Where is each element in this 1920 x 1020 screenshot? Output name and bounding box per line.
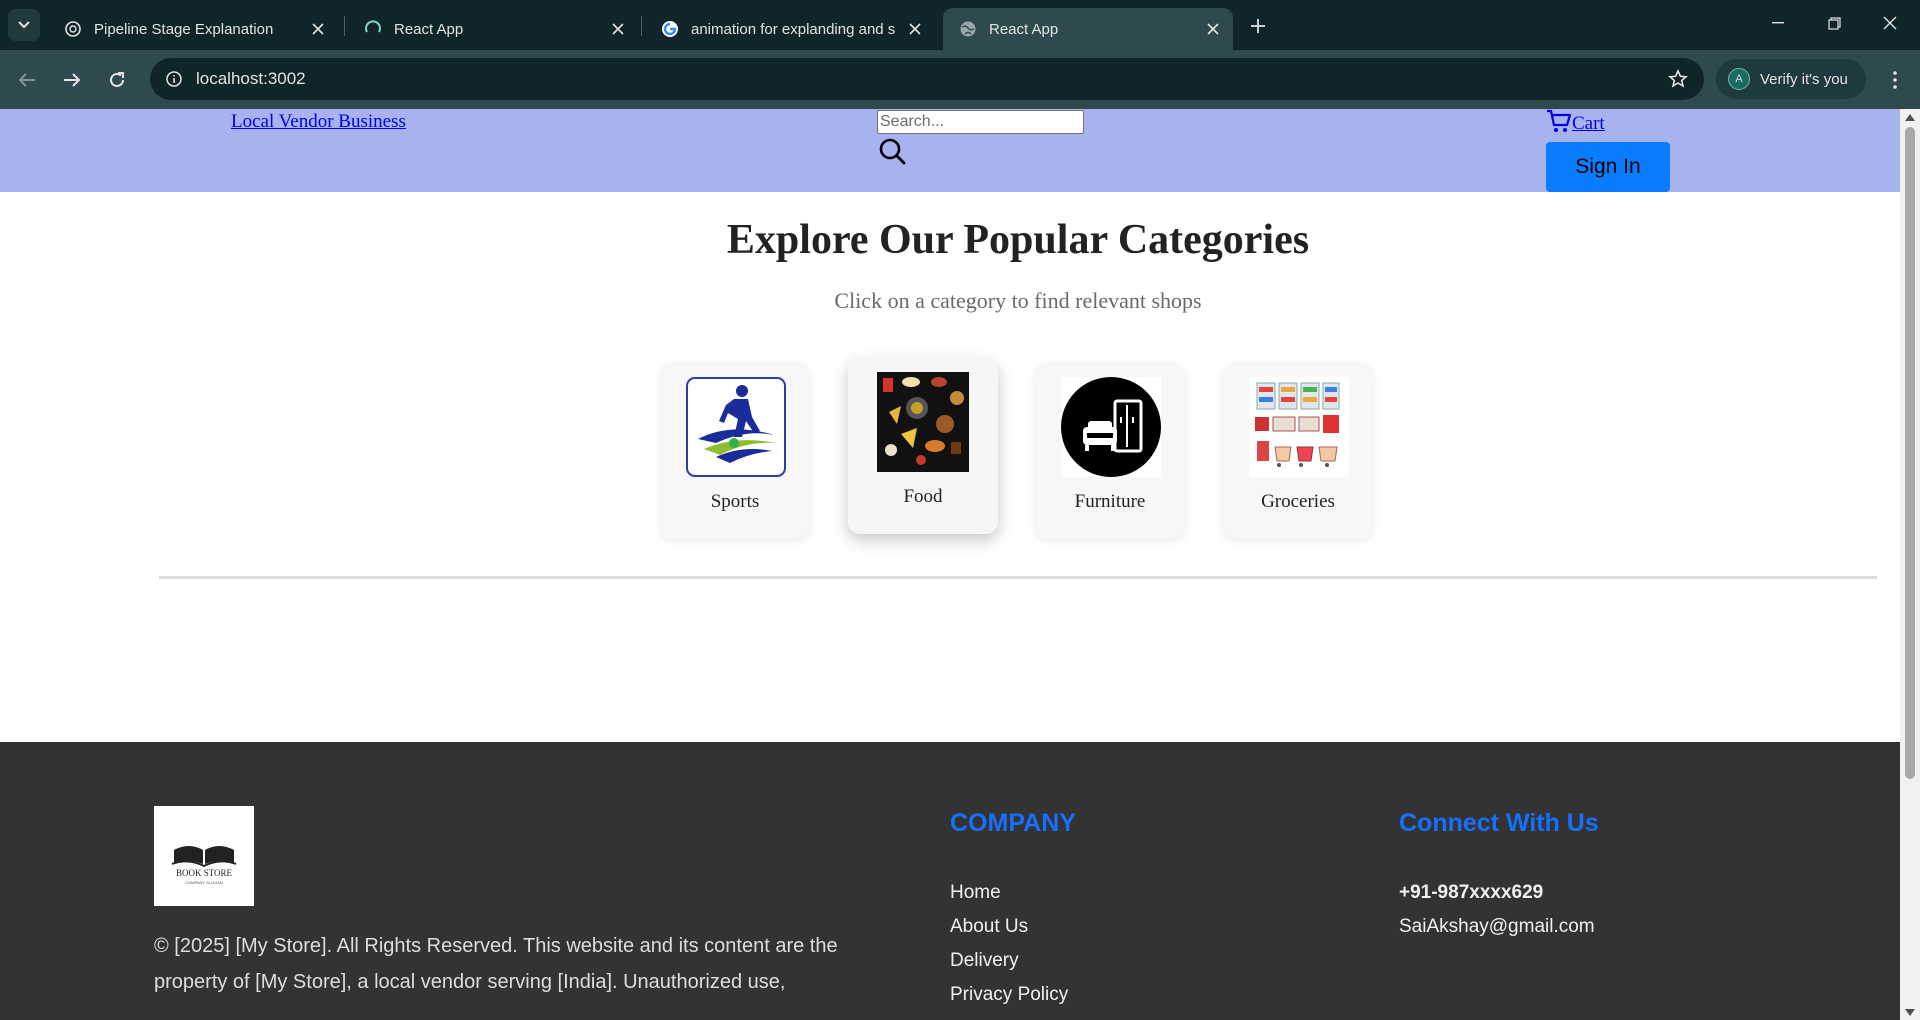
category-label: Food [903,486,943,507]
bookmark-star-icon[interactable] [1666,67,1690,91]
footer-link-privacy-policy[interactable]: Privacy Policy [950,984,1068,1006]
site-header: Local Vendor Business Cart Sign In [0,109,1900,192]
category-card-food[interactable]: Food [848,358,998,534]
scroll-up-arrow-icon[interactable] [1904,112,1916,122]
reload-button[interactable] [101,64,133,96]
openai-icon [64,20,82,38]
category-card-sports[interactable]: Sports [660,363,810,539]
globe-icon [959,20,977,38]
logo-subtext: COMPANY SLOGAN [185,880,223,885]
footer-link-home[interactable]: Home [950,882,1001,904]
search-button[interactable] [877,136,907,166]
loading-spinner-icon [364,20,382,38]
tab-react-app-loading[interactable]: React App [348,8,638,50]
company-heading: COMPANY [950,809,1076,837]
window-close-button[interactable] [1862,0,1918,46]
tab-title: React App [394,20,464,38]
close-icon[interactable] [306,17,330,41]
avatar: A [1728,68,1750,90]
copyright-line-1: © [2025] [My Store]. All Rights Reserved… [154,935,838,957]
logo-text: BOOK STORE [176,868,233,878]
new-tab-button[interactable] [1245,13,1271,39]
tab-title: Pipeline Stage Explanation [94,20,274,38]
kebab-menu-icon [1893,71,1897,89]
copyright-text: © [2025] [My Store]. All Rights Reserved… [154,928,854,1000]
arrow-right-icon [64,73,81,87]
copyright-line-2: property of [My Store], a local vendor s… [154,971,786,993]
tab-separator [344,16,345,36]
url-text[interactable]: localhost:3002 [196,69,306,89]
tab-title: animation for explanding and sh [691,20,895,38]
tab-strip: Pipeline Stage Explanation React App ani… [0,0,1920,50]
sports-player-icon [686,377,786,477]
chevron-down-icon [18,21,30,29]
cart-label: Cart [1572,113,1605,134]
close-icon[interactable] [606,17,630,41]
close-icon[interactable] [1201,17,1225,41]
section-divider [159,576,1877,579]
sign-in-button[interactable]: Sign In [1546,142,1670,192]
furniture-icon [1061,377,1161,477]
category-label: Groceries [1261,491,1335,512]
close-icon [1883,16,1897,30]
tab-separator [641,16,642,36]
scroll-down-arrow-icon[interactable] [1904,1007,1916,1017]
profile-label: Verify it's you [1760,70,1848,88]
category-label: Furniture [1074,491,1146,512]
restore-icon [1827,16,1841,30]
scrollbar-thumb[interactable] [1905,127,1915,779]
browser-toolbar: localhost:3002 A Verify it's you [0,50,1920,109]
site-footer: BOOK STORE COMPANY SLOGAN © [2025] [My S… [0,742,1900,1020]
search-icon [879,138,906,165]
minimize-icon [1772,22,1784,24]
groceries-shelves-icon [1249,377,1349,477]
footer-link-delivery[interactable]: Delivery [950,950,1019,972]
search-input[interactable] [877,110,1084,134]
food-collage-icon [877,372,969,472]
cart-link[interactable]: Cart [1546,109,1605,135]
category-card-furniture[interactable]: Furniture [1035,363,1185,539]
page-scrollbar[interactable] [1900,109,1920,1020]
footer-link-about-us[interactable]: About Us [950,916,1028,938]
page-title: Explore Our Popular Categories [726,217,1310,263]
tab-react-app-active[interactable]: React App [943,8,1233,50]
profile-verify-chip[interactable]: A Verify it's you [1716,59,1866,99]
minimize-button[interactable] [1750,0,1806,46]
tab-pipeline-stage[interactable]: Pipeline Stage Explanation [48,8,338,50]
arrow-left-icon [18,73,35,87]
contact-email[interactable]: SaiAkshay@gmail.com [1399,916,1595,938]
bookstore-logo[interactable]: BOOK STORE COMPANY SLOGAN [154,806,254,906]
page-viewport: Local Vendor Business Cart Sign In Explo… [0,109,1900,1020]
back-button[interactable] [11,64,43,96]
tab-title: React App [989,20,1059,38]
plus-icon [1251,19,1265,33]
page-subtitle: Click on a category to find relevant sho… [834,288,1202,313]
contact-phone: +91-987xxxx629 [1399,882,1544,903]
brand-link[interactable]: Local Vendor Business [231,111,406,133]
tab-google-search[interactable]: animation for explanding and sh [645,8,935,50]
reload-icon [110,72,124,87]
category-label: Sports [710,491,760,512]
cart-icon [1547,109,1572,132]
site-info-icon[interactable] [162,67,186,91]
google-icon [661,20,679,38]
address-bar[interactable]: localhost:3002 [150,58,1704,100]
forward-button[interactable] [56,64,88,96]
tab-search-button[interactable] [8,9,40,41]
restore-button[interactable] [1806,0,1862,46]
connect-heading: Connect With Us [1399,809,1599,837]
browser-menu-button[interactable] [1880,64,1910,96]
close-icon[interactable] [903,17,927,41]
category-card-groceries[interactable]: Groceries [1223,363,1373,539]
